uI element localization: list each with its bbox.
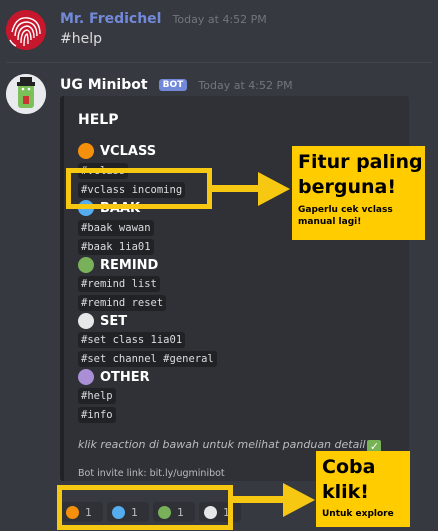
green-circle-icon	[78, 257, 94, 273]
callout-title-line1: Fitur paling	[298, 151, 423, 173]
embed-title: HELP	[78, 112, 119, 128]
orange-circle-icon	[78, 143, 94, 159]
fingerprint-avatar-icon	[6, 10, 46, 50]
highlight-box-reactions	[57, 485, 233, 530]
callout2-subtitle: Untuk explore	[322, 509, 394, 519]
command-code: #help	[78, 388, 116, 404]
callout-subtitle-line1: Gaperlu cek vclass	[298, 205, 393, 215]
instruction-label: klik reaction di bawah untuk melihat pan…	[78, 438, 366, 451]
message-fredichel: Mr. Fredichel Today at 4:52 PM #help	[0, 0, 438, 60]
section-vclass: VCLASS	[78, 142, 156, 160]
callout2-title-line2: klik!	[322, 481, 369, 503]
arrow-right-icon	[212, 172, 290, 206]
command-code: #remind list	[78, 276, 160, 292]
callout-useful-feature: Fitur paling berguna! Gaperlu cek vclass…	[292, 146, 425, 240]
callout-title-line2: berguna!	[298, 176, 396, 198]
white-circle-icon	[78, 313, 94, 329]
command-code: #baak wawan	[78, 220, 154, 236]
timestamp-bot: Today at 4:52 PM	[198, 79, 293, 92]
author-name-bot[interactable]: UG Minibot	[60, 77, 148, 93]
message-text: #help	[60, 31, 102, 47]
section-set: SET	[78, 312, 127, 330]
avatar-minibot[interactable]	[6, 74, 46, 114]
purple-circle-icon	[78, 369, 94, 385]
timestamp: Today at 4:52 PM	[172, 13, 267, 26]
callout2-title-line1: Coba	[322, 456, 376, 478]
section-label: REMIND	[100, 257, 159, 273]
command-code: #remind reset	[78, 295, 167, 311]
command-code: #baak 1ia01	[78, 239, 154, 255]
callout-try-click: Coba klik! Untuk explore	[316, 451, 410, 527]
author-name[interactable]: Mr. Fredichel	[60, 11, 161, 27]
section-remind: REMIND	[78, 256, 158, 274]
android-avatar-icon	[6, 74, 46, 114]
section-label: SET	[100, 313, 128, 329]
command-code: #set class 1ia01	[78, 332, 186, 348]
command-code: #info	[78, 407, 116, 423]
arrow-right-icon	[233, 483, 315, 517]
command-code: #set channel #general	[78, 351, 217, 367]
section-label: OTHER	[100, 369, 150, 385]
message-divider	[6, 62, 432, 63]
avatar-fredichel[interactable]	[6, 10, 46, 50]
embed-footer[interactable]: Bot invite link: bit.ly/ugminibot	[78, 468, 225, 479]
highlight-box-vclass	[66, 168, 212, 209]
callout-subtitle-line2: manual lagi!	[298, 217, 362, 227]
section-label: VCLASS	[100, 143, 157, 159]
section-other: OTHER	[78, 368, 150, 386]
bot-badge: BOT	[158, 79, 188, 91]
